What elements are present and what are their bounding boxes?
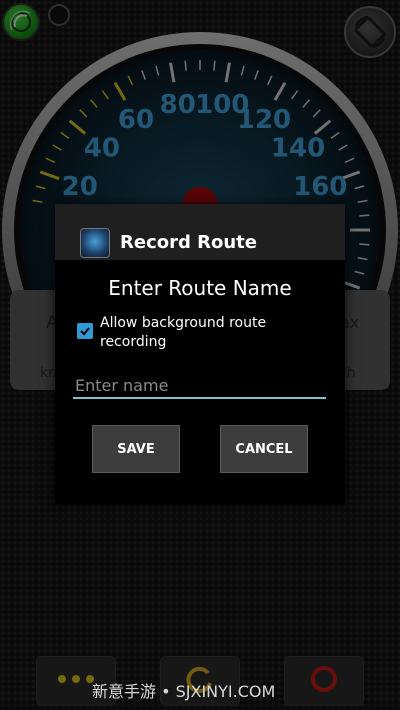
speedometer-app-icon [80, 228, 110, 258]
watermark-text: 新意手游 • SJXINYI.COM [92, 682, 276, 701]
record-route-dialog: Record Route Enter Route Name Allow back… [55, 204, 345, 504]
background-recording-checkbox[interactable] [77, 323, 93, 339]
checkmark-icon [80, 327, 90, 336]
dialog-title: Record Route [120, 232, 257, 253]
save-button[interactable]: SAVE [92, 425, 180, 473]
background-recording-label[interactable]: Allow background route recording [100, 314, 320, 352]
route-name-input[interactable] [73, 373, 326, 399]
cancel-button[interactable]: CANCEL [220, 425, 308, 473]
dialog-heading: Enter Route Name [108, 276, 292, 300]
